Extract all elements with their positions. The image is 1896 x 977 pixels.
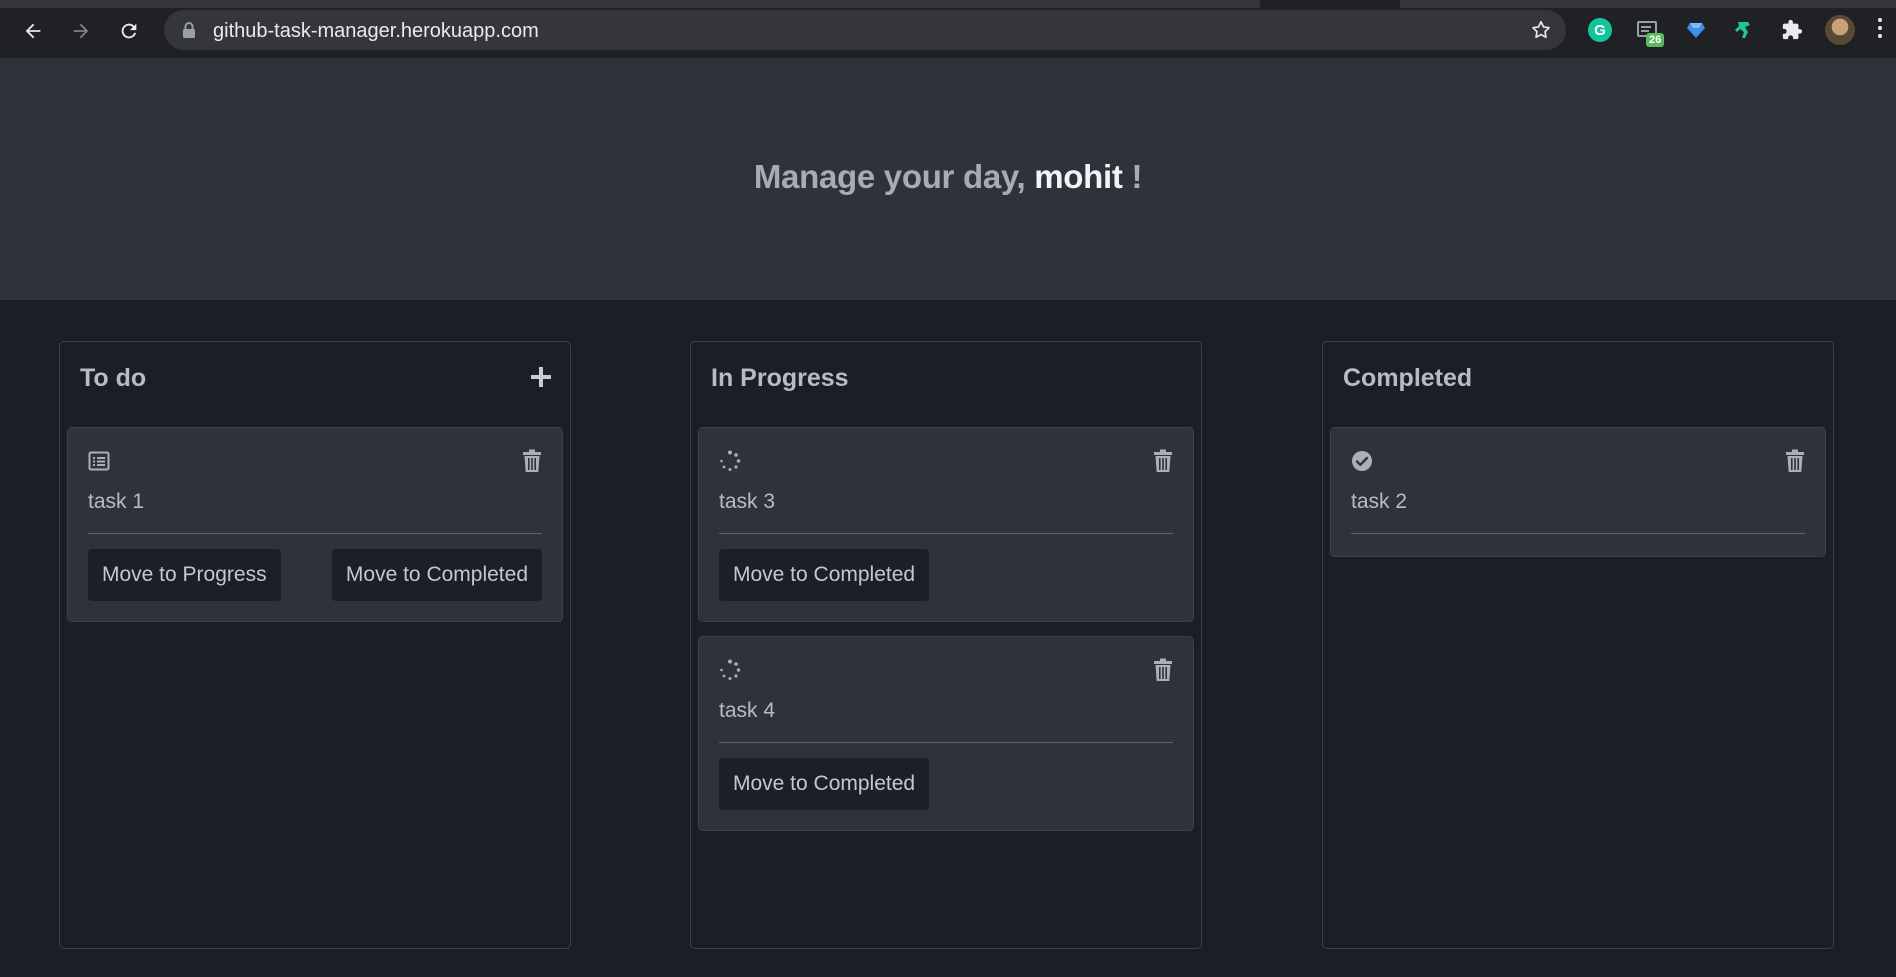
list-icon: [88, 451, 110, 471]
runner-icon: [1735, 22, 1750, 38]
column-completed: Completed task 2: [1322, 341, 1834, 949]
extensions-button[interactable]: [1776, 14, 1808, 46]
move-to-completed-button[interactable]: Move to Completed: [331, 549, 542, 601]
runner-extension-button[interactable]: [1728, 14, 1760, 46]
puzzle-icon: [1782, 19, 1803, 40]
divider: [719, 533, 1173, 534]
spinner-icon: [720, 659, 741, 680]
username: mohit: [1034, 158, 1123, 195]
forward-button[interactable]: [64, 14, 98, 48]
trash-icon[interactable]: [522, 449, 542, 473]
address-bar[interactable]: github-task-manager.herokuapp.com: [164, 10, 1566, 50]
task-card: task 1 Move to Progress Move to Complete…: [67, 427, 563, 622]
task-name: task 3: [719, 490, 776, 513]
check-circle-icon: [1352, 451, 1372, 471]
trash-icon[interactable]: [1153, 449, 1173, 473]
grammarly-extension-button[interactable]: G: [1584, 14, 1616, 46]
column-title: To do: [80, 364, 147, 392]
greeting-prefix: Manage your day,: [753, 158, 1026, 195]
avatar: [1825, 15, 1855, 45]
page-title: Manage your day, mohit !: [0, 158, 1896, 196]
divider: [1351, 533, 1805, 534]
trash-icon[interactable]: [1785, 449, 1805, 473]
tab-counter-extension-button[interactable]: 26: [1632, 14, 1665, 47]
browser-menu-icon[interactable]: [1878, 18, 1884, 42]
tab-strip-left: [0, 0, 1260, 8]
grammarly-icon: G: [1588, 18, 1612, 42]
url-text: github-task-manager.herokuapp.com: [213, 20, 539, 42]
profile-button[interactable]: [1824, 14, 1856, 46]
lock-icon: [183, 22, 195, 38]
gem-extension-button[interactable]: [1680, 14, 1712, 46]
task-name: task 2: [1351, 490, 1408, 513]
add-task-icon[interactable]: [530, 366, 552, 388]
svg-text:G: G: [1594, 22, 1606, 39]
gem-icon: [1687, 23, 1705, 38]
tab-strip: [0, 0, 1896, 8]
move-to-progress-button[interactable]: Move to Progress: [88, 549, 281, 601]
divider: [88, 533, 542, 534]
back-button[interactable]: [16, 14, 50, 48]
move-to-completed-button[interactable]: Move to Completed: [719, 549, 930, 601]
task-name: task 1: [88, 490, 145, 513]
task-card: task 2: [1330, 427, 1826, 557]
task-name: task 4: [719, 699, 776, 722]
column-title: Completed: [1343, 364, 1473, 392]
column-todo: To do task 1 Move to Progress Move to Co…: [59, 341, 571, 949]
arrow-left-icon: [25, 23, 41, 39]
page-header: Manage your day, mohit !: [0, 58, 1896, 300]
extension-badge: 26: [1646, 33, 1665, 47]
task-card: task 3 Move to Completed: [698, 427, 1194, 622]
column-title: In Progress: [711, 364, 849, 392]
divider: [719, 742, 1173, 743]
arrow-right-icon: [73, 23, 89, 39]
move-to-completed-button[interactable]: Move to Completed: [719, 758, 930, 810]
reload-icon: [121, 23, 137, 39]
trash-icon[interactable]: [1153, 658, 1173, 682]
tab-strip-right: [1400, 0, 1896, 8]
greeting-suffix: !: [1131, 158, 1143, 195]
bookmark-star-icon[interactable]: [1530, 19, 1552, 41]
task-card: task 4 Move to Completed: [698, 636, 1194, 831]
column-in-progress: In Progress task 3 Move to Completed tas…: [690, 341, 1202, 949]
spinner-icon: [720, 450, 741, 471]
browser-toolbar: github-task-manager.herokuapp.com G 26: [0, 0, 1896, 59]
reload-button[interactable]: [112, 14, 146, 48]
